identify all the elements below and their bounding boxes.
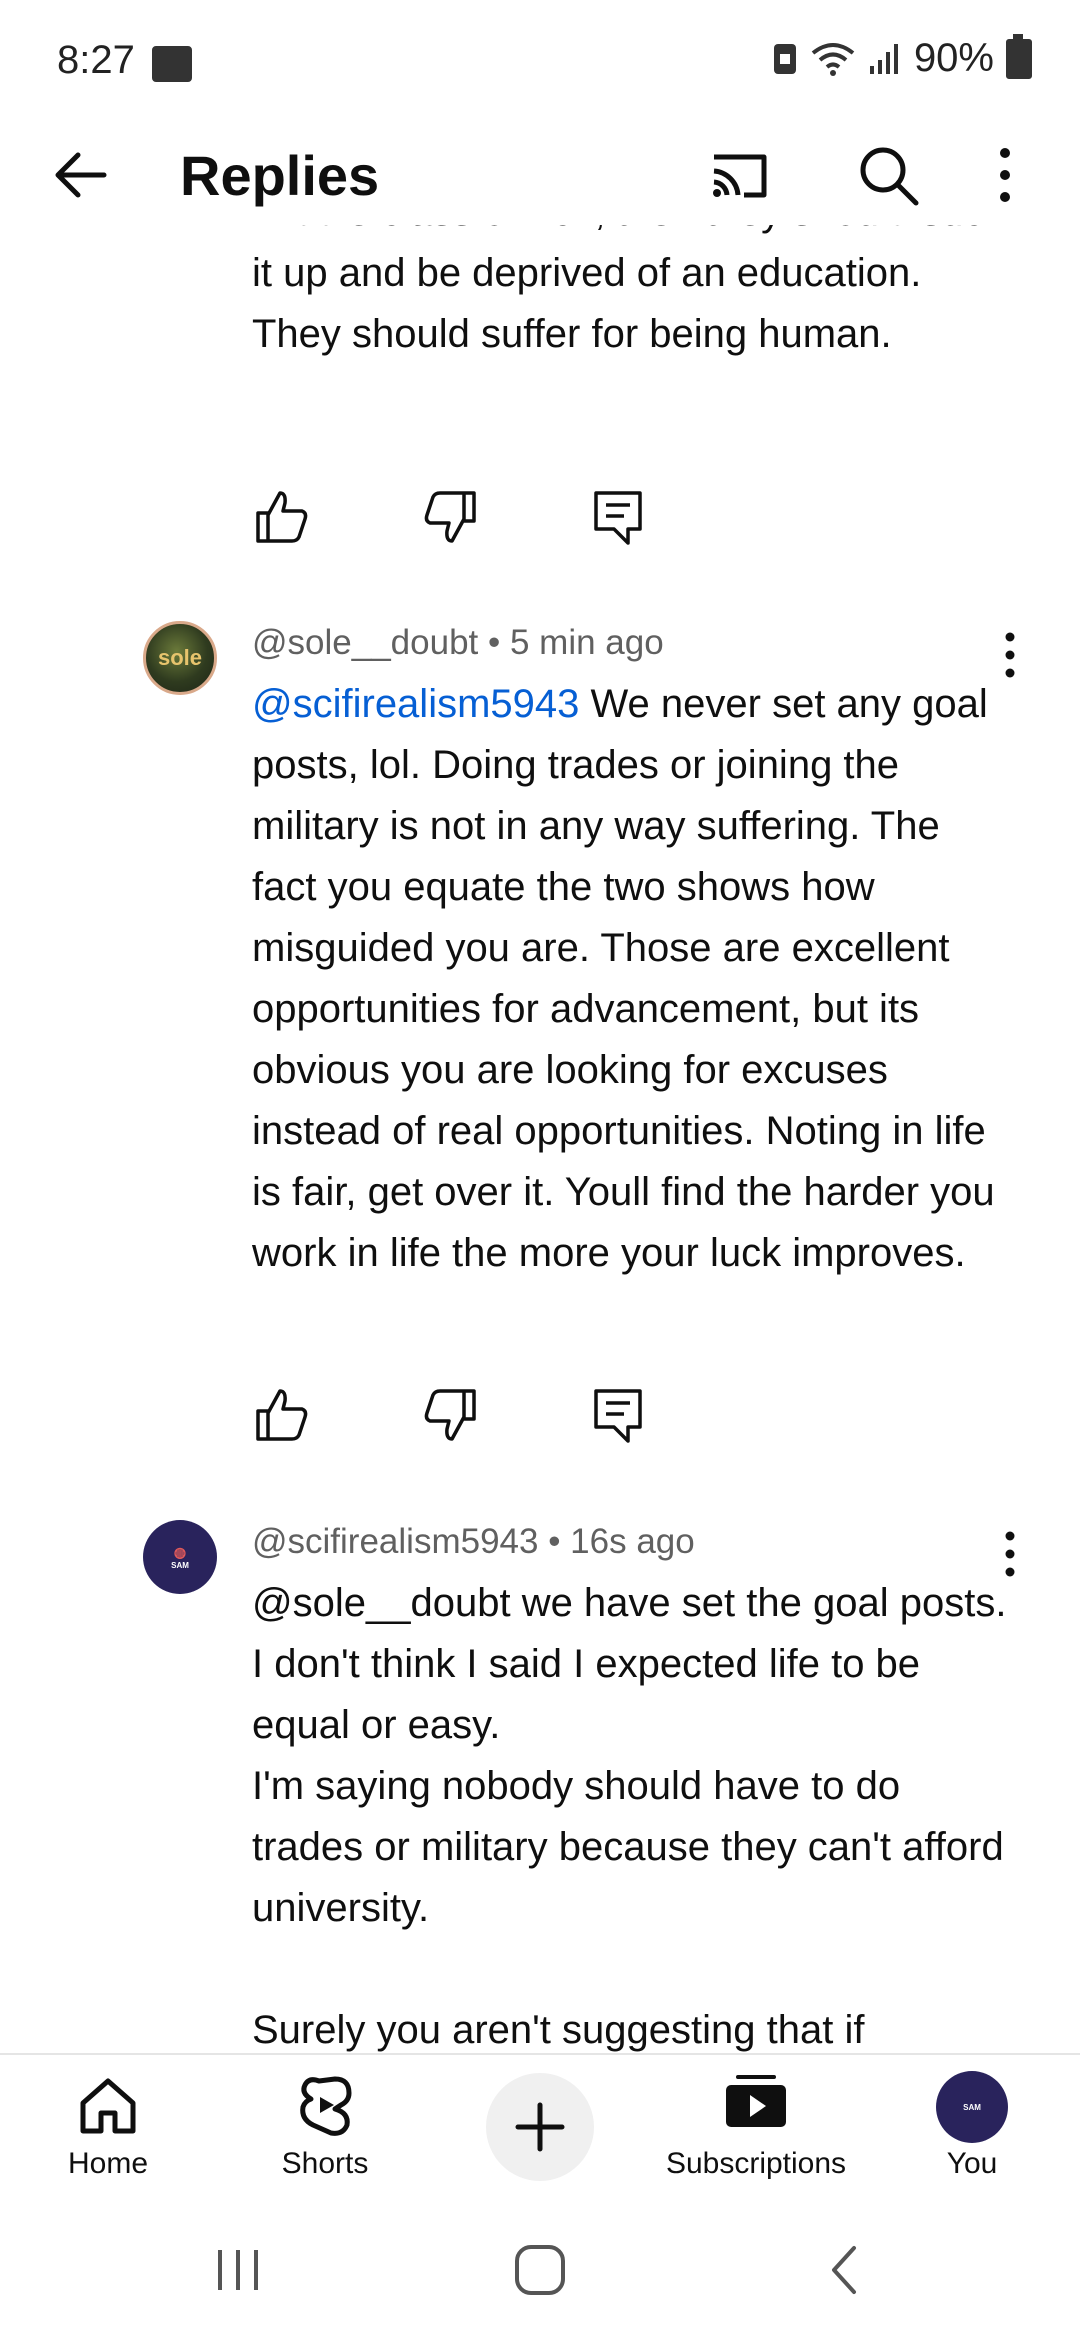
- bottom-nav: Home Shorts Subscriptions You SAM: [0, 2053, 1080, 2202]
- reply-icon[interactable]: [588, 1385, 648, 1445]
- avatar-text: sole: [157, 645, 203, 670]
- nav-label: You: [946, 2147, 998, 2180]
- search-icon[interactable]: [856, 143, 920, 207]
- sim-icon: [773, 43, 796, 74]
- meta-separator: •: [538, 1522, 571, 1561]
- recent-apps-icon[interactable]: [214, 2244, 262, 2296]
- create-button[interactable]: [486, 2073, 594, 2181]
- comment-paragraph: Surely you aren't suggesting that if: [252, 2008, 865, 2052]
- like-icon[interactable]: [252, 487, 312, 547]
- status-bar: 8:27 90%: [0, 0, 1080, 125]
- status-right-group: 90%: [772, 33, 1032, 81]
- partial-comment-actions: [252, 487, 756, 547]
- avatar-text: SAM: [963, 2102, 981, 2112]
- avatar[interactable]: ◍ SAM: [143, 1520, 217, 1594]
- subscriptions-icon: [726, 2075, 786, 2127]
- comment-time: 16s ago: [570, 1522, 695, 1561]
- battery-icon: [1006, 33, 1032, 79]
- plus-icon: [515, 2102, 565, 2152]
- back-arrow-icon[interactable]: [50, 145, 110, 205]
- comment-body: We never set any goal posts, lol. Doing …: [252, 682, 995, 1275]
- comment-meta: @sole__doubt • 5 min ago: [252, 623, 664, 663]
- you-avatar[interactable]: SAM: [936, 2071, 1008, 2143]
- more-options-icon[interactable]: [990, 143, 1020, 207]
- gallery-notification-icon: [152, 46, 192, 82]
- meta-separator: •: [478, 623, 510, 662]
- comment-actions: [252, 1385, 756, 1445]
- app-bar: Replies: [0, 125, 1080, 225]
- comment-time: 5 min ago: [509, 623, 664, 662]
- like-icon[interactable]: [252, 1385, 312, 1445]
- nav-label: Shorts: [281, 2147, 369, 2180]
- partial-comment-text: middle class or rich, then they should s…: [252, 225, 1003, 356]
- comment-paragraph: I'm saying nobody should have to do trad…: [252, 1764, 1004, 1930]
- comment-author[interactable]: @sole__doubt: [252, 623, 478, 662]
- comment-paragraph: @sole__doubt we have set the goal posts.…: [252, 1581, 1007, 1747]
- dislike-icon[interactable]: [420, 1385, 480, 1445]
- page-title: Replies: [180, 144, 380, 207]
- nav-subscriptions[interactable]: Subscriptions: [656, 2055, 856, 2202]
- comment-meta: @scifirealism5943 • 16s ago: [252, 1522, 695, 1562]
- nav-home[interactable]: Home: [38, 2055, 178, 2202]
- home-button-icon[interactable]: [512, 2242, 568, 2298]
- back-button-icon[interactable]: [826, 2244, 862, 2296]
- system-nav-bar: [0, 2200, 1080, 2340]
- nav-shorts[interactable]: Shorts: [255, 2055, 395, 2202]
- replies-list[interactable]: middle class or rich, then they should s…: [0, 225, 1080, 2053]
- comment-text: @scifirealism5943 We never set any goal …: [252, 674, 1012, 1284]
- reply-icon[interactable]: [588, 487, 648, 547]
- avatar-text: SAM: [171, 1561, 189, 1570]
- logo-mark-icon: ◍: [173, 1544, 187, 1560]
- nav-label: Subscriptions: [665, 2147, 847, 2180]
- comment-author[interactable]: @scifirealism5943: [252, 1522, 538, 1561]
- avatar[interactable]: sole: [143, 621, 217, 695]
- status-time: 8:27: [57, 38, 135, 82]
- mention-link[interactable]: @scifirealism5943: [252, 682, 579, 726]
- comment-blank-line: [252, 1939, 1012, 2000]
- comment-text: @sole__doubt we have set the goal posts.…: [252, 1573, 1012, 2053]
- signal-icon: [869, 43, 898, 74]
- shorts-icon: [300, 2076, 352, 2136]
- battery-percent: 90%: [913, 36, 994, 80]
- home-icon: [80, 2078, 136, 2134]
- cast-icon[interactable]: [706, 145, 772, 205]
- dislike-icon[interactable]: [420, 487, 480, 547]
- nav-label: Home: [67, 2147, 149, 2180]
- wifi-icon: [811, 42, 855, 76]
